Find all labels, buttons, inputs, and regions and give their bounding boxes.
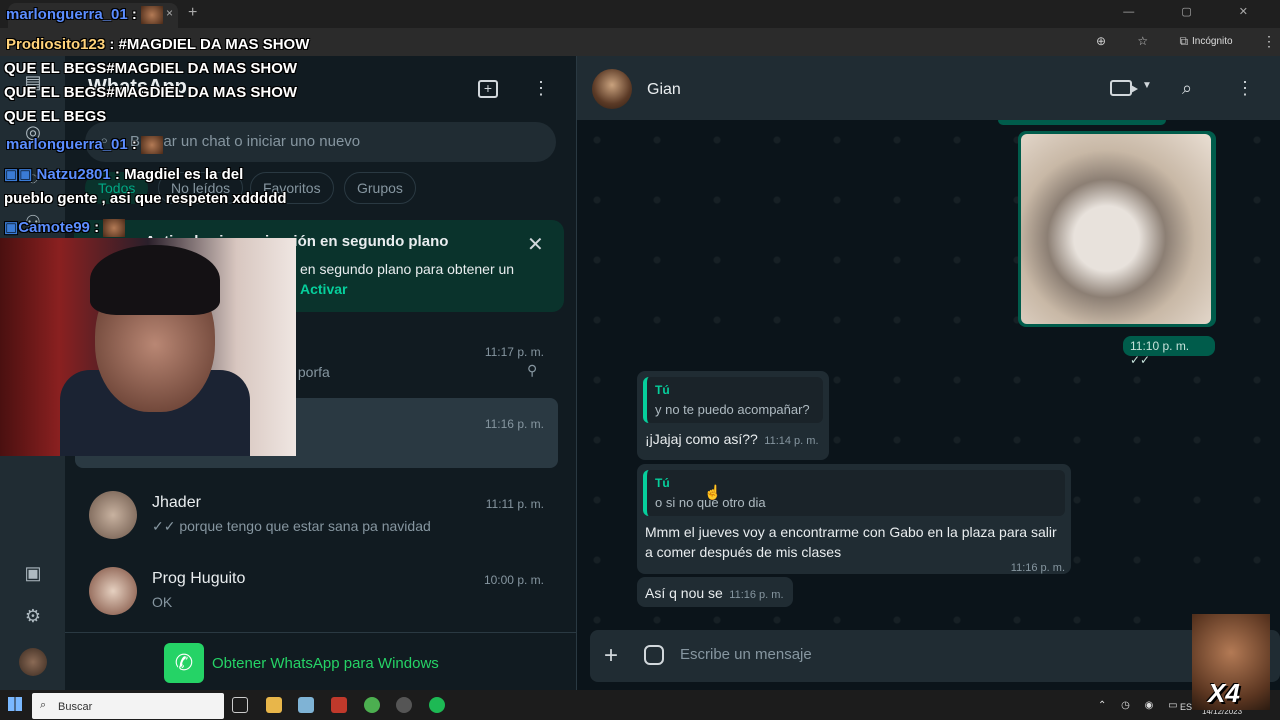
- tab-close-icon[interactable]: ×: [166, 6, 173, 20]
- chat-message: :: [131, 6, 137, 23]
- stream-chat-line: QUE EL BEGS#MAGDIEL DA MAS SHOW: [4, 84, 298, 101]
- banner-close-icon[interactable]: ✕: [527, 232, 544, 257]
- media-icon[interactable]: ▣: [22, 563, 44, 585]
- chat-username: marlonguerra_01: [6, 6, 128, 23]
- stream-chat-line: marlonguerra_01 :: [6, 136, 164, 155]
- filter-grupos[interactable]: Grupos: [344, 172, 416, 204]
- emote-icon: [141, 6, 164, 25]
- spotify-icon[interactable]: [429, 697, 445, 713]
- stream-chat-line: Prodiosito123 : #MAGDIEL DA MAS SHOW: [6, 36, 309, 53]
- chat-avatar: [89, 567, 137, 615]
- banner-body: en segundo plano para obtener un Activar: [300, 259, 540, 299]
- chat-row[interactable]: Jhader 11:11 p. m. ✓✓ porque tengo que e…: [65, 480, 576, 556]
- window-controls[interactable]: — ▢ ✕: [1123, 5, 1270, 18]
- webcam-hair: [90, 245, 220, 315]
- chat-menu-icon[interactable]: ⋮: [1236, 78, 1254, 99]
- image-message[interactable]: [1018, 131, 1216, 327]
- settings-icon[interactable]: ⚙: [22, 606, 44, 628]
- chat-name: Jhader: [152, 494, 201, 511]
- message-time: 11:14 p. m.: [764, 435, 819, 447]
- address-bar-icons[interactable]: ⊕ ☆ ⧉: [1096, 34, 1202, 49]
- new-tab-button[interactable]: +: [188, 4, 197, 22]
- app-icon[interactable]: [298, 697, 314, 713]
- whatsapp-logo-icon[interactable]: ✆: [164, 643, 204, 683]
- banner-activate-link[interactable]: Activar: [300, 281, 347, 297]
- attach-plus-icon[interactable]: +: [604, 642, 618, 670]
- chat-avatar: [89, 491, 137, 539]
- chat-time: 10:00 p. m.: [483, 573, 544, 587]
- get-app-link[interactable]: Obtener WhatsApp para Windows: [212, 655, 439, 672]
- emote-icon: [103, 219, 126, 238]
- message-bubble[interactable]: Así q nou se 11:16 p. m.: [637, 577, 793, 607]
- chat-time: 11:16 p. m.: [484, 417, 544, 431]
- message-bubble[interactable]: Tú y no te puedo acompañar? ¡jJajaj como…: [637, 371, 829, 460]
- image-thumbnail[interactable]: [1021, 134, 1211, 324]
- app-icon[interactable]: [331, 697, 347, 713]
- file-explorer-icon[interactable]: [266, 697, 282, 713]
- chat-message: : Magdiel es la del: [114, 166, 244, 183]
- stream-chat-line: ▣▣ Natzu2801 : Magdiel es la del: [4, 165, 243, 183]
- chat-username: Prodiosito123: [6, 36, 106, 53]
- search-icon[interactable]: ⌕: [1182, 78, 1192, 99]
- profile-avatar[interactable]: [19, 648, 47, 676]
- pin-icon: ⚲: [527, 362, 538, 378]
- stream-chat-line: marlonguerra_01 :: [6, 6, 164, 25]
- message-text: ¡jJajaj como así??: [645, 431, 758, 447]
- chat-time: 11:17 p. m.: [484, 345, 544, 359]
- chat-message: :: [131, 136, 137, 153]
- chat-preview: OK: [152, 594, 173, 610]
- incognito-label: Incógnito: [1192, 36, 1233, 47]
- message-bubble[interactable]: Tú o si no que otro dia Mmm el jueves vo…: [637, 464, 1071, 574]
- stream-chat-line: ▣Camote99 :: [4, 218, 126, 238]
- chevron-down-icon[interactable]: ▼: [1142, 80, 1152, 91]
- quote-author: Tú: [655, 383, 670, 397]
- image-time: 11:10 p. m. ✓✓: [1123, 336, 1215, 367]
- message-time: 11:16 p. m.: [1010, 562, 1065, 574]
- badge-icon: ▣▣: [4, 166, 33, 183]
- badge-icon: ▣: [4, 219, 19, 236]
- browser-menu-icon[interactable]: ⋮: [1262, 33, 1276, 50]
- windows-start-icon[interactable]: [8, 697, 22, 711]
- chat-username: Camote99: [18, 219, 90, 236]
- stream-chat-line: QUE EL BEGS#MAGDIEL DA MAS SHOW: [4, 60, 298, 77]
- task-view-icon[interactable]: [232, 697, 248, 713]
- sidebar-menu-icon[interactable]: ⋮: [532, 78, 550, 99]
- chat-message: : #MAGDIEL DA MAS SHOW: [109, 36, 310, 53]
- stream-chat-line: QUE EL BEGS: [4, 108, 107, 125]
- chat-username: Natzu2801: [36, 166, 111, 183]
- message-bubble-edge: [998, 120, 1166, 125]
- stream-chat-line: pueblo gente , asi que respeten xddddd: [4, 190, 287, 207]
- chat-time: 11:11 p. m.: [485, 497, 544, 511]
- chat-row[interactable]: Prog Huguito 10:00 p. m. OK: [65, 556, 576, 632]
- chat-preview: ✓✓ porque tengo que estar sana pa navida…: [152, 518, 431, 534]
- emote-icon: [141, 136, 164, 155]
- new-chat-icon[interactable]: +: [478, 80, 498, 98]
- taskbar-search-placeholder: Buscar: [58, 701, 93, 713]
- quote-text: y no te puedo acompañar?: [655, 402, 810, 417]
- message-input[interactable]: Escribe un mensaje: [680, 646, 812, 663]
- contact-name[interactable]: Gian: [647, 81, 681, 99]
- message-text: Así q nou se: [645, 585, 723, 601]
- message-text: Mmm el jueves voy a encontrarme con Gabo…: [645, 524, 1057, 560]
- chat-header[interactable]: [577, 56, 1280, 120]
- obs-icon[interactable]: [396, 697, 412, 713]
- mouse-cursor-icon: ☝: [704, 484, 722, 500]
- video-call-icon[interactable]: [1110, 80, 1138, 96]
- sticker-icon[interactable]: [644, 645, 664, 665]
- banner-body-text: en segundo plano para obtener un: [300, 261, 515, 277]
- quoted-message[interactable]: Tú y no te puedo acompañar?: [643, 377, 823, 423]
- search-placeholder: Buscar un chat o iniciar uno nuevo: [130, 133, 361, 150]
- contact-avatar[interactable]: [592, 69, 632, 109]
- chrome-icon[interactable]: [364, 697, 380, 713]
- chat-name: Prog Huguito: [152, 570, 246, 587]
- emote-label: X4: [1208, 678, 1240, 708]
- chat-message: :: [94, 219, 100, 236]
- message-time: 11:16 p. m.: [729, 589, 784, 601]
- chat-username: marlonguerra_01: [6, 136, 128, 153]
- search-icon: ⌕: [40, 699, 47, 711]
